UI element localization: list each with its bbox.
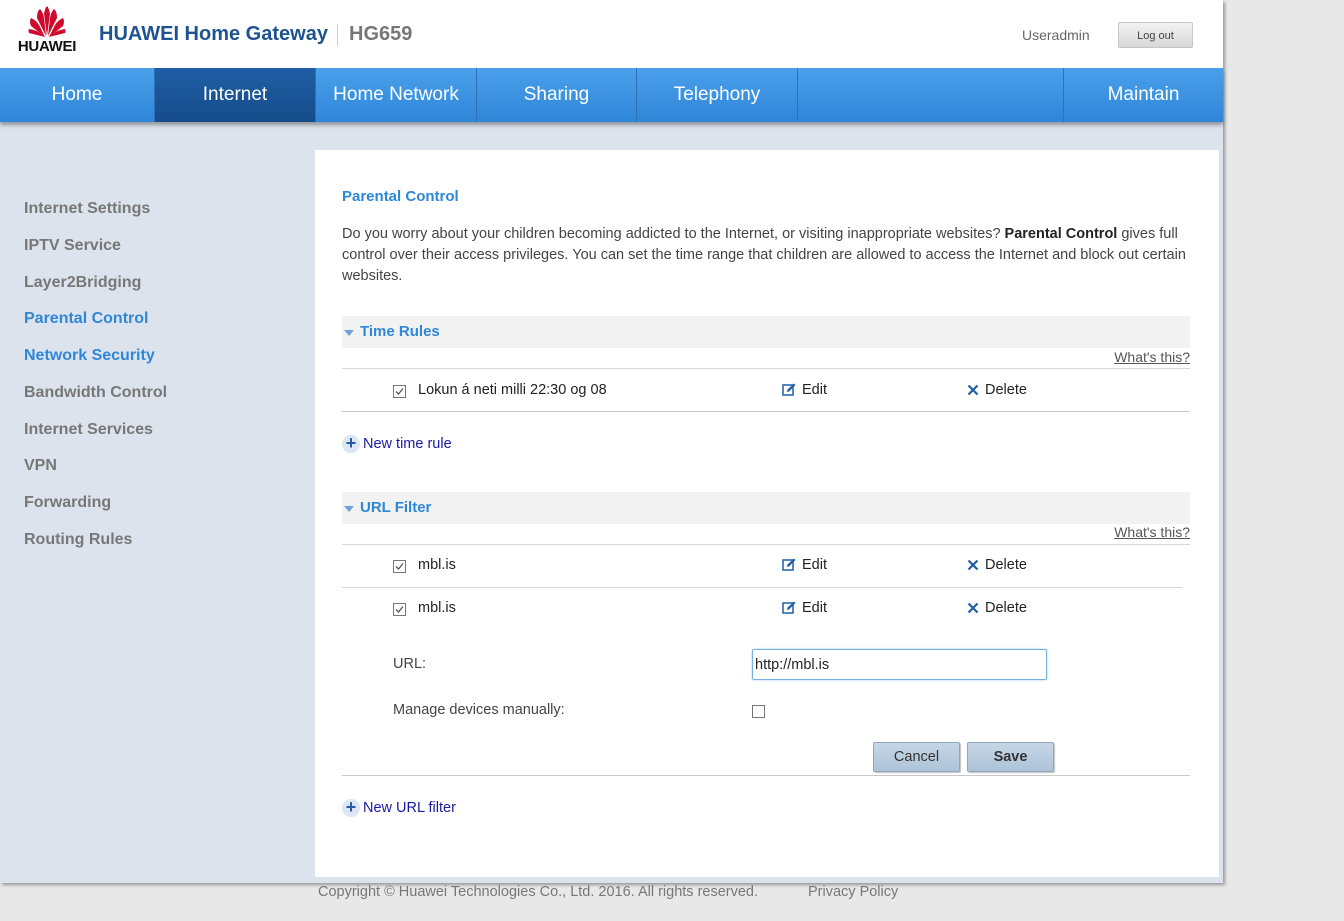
new-url-filter-label: New URL filter bbox=[363, 799, 456, 816]
app-title: HUAWEI Home Gateway bbox=[99, 23, 328, 45]
privacy-policy-link[interactable]: Privacy Policy bbox=[808, 884, 898, 900]
delete-x-icon bbox=[967, 602, 979, 614]
time-rule-checkbox[interactable] bbox=[393, 385, 406, 398]
edit-icon bbox=[782, 558, 796, 571]
sidebar-item-iptv-service[interactable]: IPTV Service bbox=[24, 237, 121, 255]
copyright-text: Copyright © Huawei Technologies Co., Ltd… bbox=[318, 884, 759, 900]
delete-x-icon bbox=[967, 384, 979, 396]
nav-sharing[interactable]: Sharing bbox=[477, 68, 637, 122]
save-button[interactable]: Save bbox=[967, 742, 1054, 772]
logo-text: HUAWEI bbox=[17, 38, 77, 55]
time-rules-whats-this-link[interactable]: What's this? bbox=[1114, 349, 1190, 365]
sidebar-item-forwarding[interactable]: Forwarding bbox=[24, 494, 111, 512]
manage-devices-checkbox[interactable] bbox=[752, 705, 765, 718]
nav-home-network[interactable]: Home Network bbox=[316, 68, 477, 122]
edit-icon bbox=[782, 601, 796, 614]
main-panel: Parental Control Do you worry about your… bbox=[315, 150, 1219, 877]
url-filter-checkbox[interactable] bbox=[393, 560, 406, 573]
nav-internet[interactable]: Internet bbox=[155, 68, 316, 122]
url-filter-label: mbl.is bbox=[418, 600, 456, 616]
sidebar-item-internet-services[interactable]: Internet Services bbox=[24, 421, 153, 439]
time-rule-label: Lokun á neti milli 22:30 og 08 bbox=[418, 382, 607, 398]
manage-devices-label: Manage devices manually: bbox=[393, 702, 565, 718]
nav-spacer bbox=[798, 68, 1064, 122]
nav-home[interactable]: Home bbox=[0, 68, 155, 122]
new-time-rule-label: New time rule bbox=[363, 435, 452, 452]
checkmark-icon bbox=[395, 606, 404, 613]
time-rules-header[interactable]: Time Rules bbox=[342, 316, 1190, 348]
edit-label: Edit bbox=[802, 600, 827, 616]
huawei-petal-icon bbox=[28, 6, 66, 37]
delete-label: Delete bbox=[985, 557, 1027, 573]
url-filter-delete-button[interactable]: Delete bbox=[967, 557, 1027, 573]
url-filter-row: mbl.is Edit Delete bbox=[342, 546, 1190, 586]
header: HUAWEI HUAWEI Home Gateway HG659 Useradm… bbox=[0, 0, 1223, 68]
plus-icon: + bbox=[342, 798, 360, 817]
page-title: Parental Control bbox=[342, 188, 459, 205]
url-filter-header[interactable]: URL Filter bbox=[342, 492, 1190, 524]
page-frame: HUAWEI HUAWEI Home Gateway HG659 Useradm… bbox=[0, 0, 1223, 883]
url-field-label: URL: bbox=[393, 656, 427, 672]
edit-label: Edit bbox=[802, 382, 827, 398]
desc-text-1: Do you worry about your children becomin… bbox=[342, 226, 1005, 242]
url-filter-edit-button[interactable]: Edit bbox=[782, 557, 827, 573]
divider bbox=[342, 544, 1190, 545]
divider bbox=[342, 411, 1190, 412]
sidebar-item-network-security[interactable]: Network Security bbox=[24, 347, 155, 365]
url-filter-title: URL Filter bbox=[360, 499, 432, 516]
model-name: HG659 bbox=[349, 23, 413, 45]
delete-x-icon bbox=[967, 559, 979, 571]
page-description: Do you worry about your children becomin… bbox=[342, 224, 1197, 287]
huawei-logo: HUAWEI bbox=[14, 6, 80, 56]
nav-maintain[interactable]: Maintain bbox=[1064, 68, 1223, 122]
time-rules-title: Time Rules bbox=[360, 323, 440, 340]
sidebar-item-layer2bridging[interactable]: Layer2Bridging bbox=[24, 274, 141, 292]
plus-icon: + bbox=[342, 434, 360, 453]
title-divider bbox=[337, 24, 338, 46]
delete-label: Delete bbox=[985, 600, 1027, 616]
time-rule-edit-button[interactable]: Edit bbox=[782, 382, 827, 398]
main-nav: Home Internet Home Network Sharing Telep… bbox=[0, 68, 1223, 122]
url-filter-delete-button[interactable]: Delete bbox=[967, 600, 1027, 616]
logout-button[interactable]: Log out bbox=[1118, 22, 1193, 48]
url-filter-label: mbl.is bbox=[418, 557, 456, 573]
nav-telephony[interactable]: Telephony bbox=[637, 68, 798, 122]
divider bbox=[342, 368, 1190, 369]
desc-bold: Parental Control bbox=[1004, 226, 1118, 242]
checkmark-icon bbox=[395, 388, 404, 395]
cancel-button[interactable]: Cancel bbox=[873, 742, 960, 772]
time-rule-row: Lokun á neti milli 22:30 og 08 Edit Dele… bbox=[342, 370, 1190, 410]
sidebar-item-parental-control[interactable]: Parental Control bbox=[24, 310, 148, 328]
new-url-filter-link[interactable]: + New URL filter bbox=[342, 798, 456, 817]
sidebar-item-bandwidth-control[interactable]: Bandwidth Control bbox=[24, 384, 167, 402]
url-filter-edit-button[interactable]: Edit bbox=[782, 600, 827, 616]
url-input[interactable] bbox=[752, 649, 1047, 680]
url-filter-whats-this-link[interactable]: What's this? bbox=[1114, 524, 1190, 540]
time-rule-delete-button[interactable]: Delete bbox=[967, 382, 1027, 398]
url-filter-row-editing: mbl.is Edit Delete bbox=[342, 589, 1190, 629]
sidebar-item-vpn[interactable]: VPN bbox=[24, 457, 57, 475]
divider bbox=[342, 587, 1182, 588]
sidebar-item-routing-rules[interactable]: Routing Rules bbox=[24, 531, 132, 549]
url-filter-checkbox[interactable] bbox=[393, 603, 406, 616]
new-time-rule-link[interactable]: + New time rule bbox=[342, 434, 452, 453]
delete-label: Delete bbox=[985, 382, 1027, 398]
checkmark-icon bbox=[395, 563, 404, 570]
edit-label: Edit bbox=[802, 557, 827, 573]
collapse-triangle-icon bbox=[344, 330, 354, 336]
collapse-triangle-icon bbox=[344, 506, 354, 512]
sidebar-item-internet-settings[interactable]: Internet Settings bbox=[24, 200, 150, 218]
username: Useradmin bbox=[1022, 27, 1090, 43]
edit-icon bbox=[782, 383, 796, 396]
divider bbox=[342, 775, 1190, 776]
